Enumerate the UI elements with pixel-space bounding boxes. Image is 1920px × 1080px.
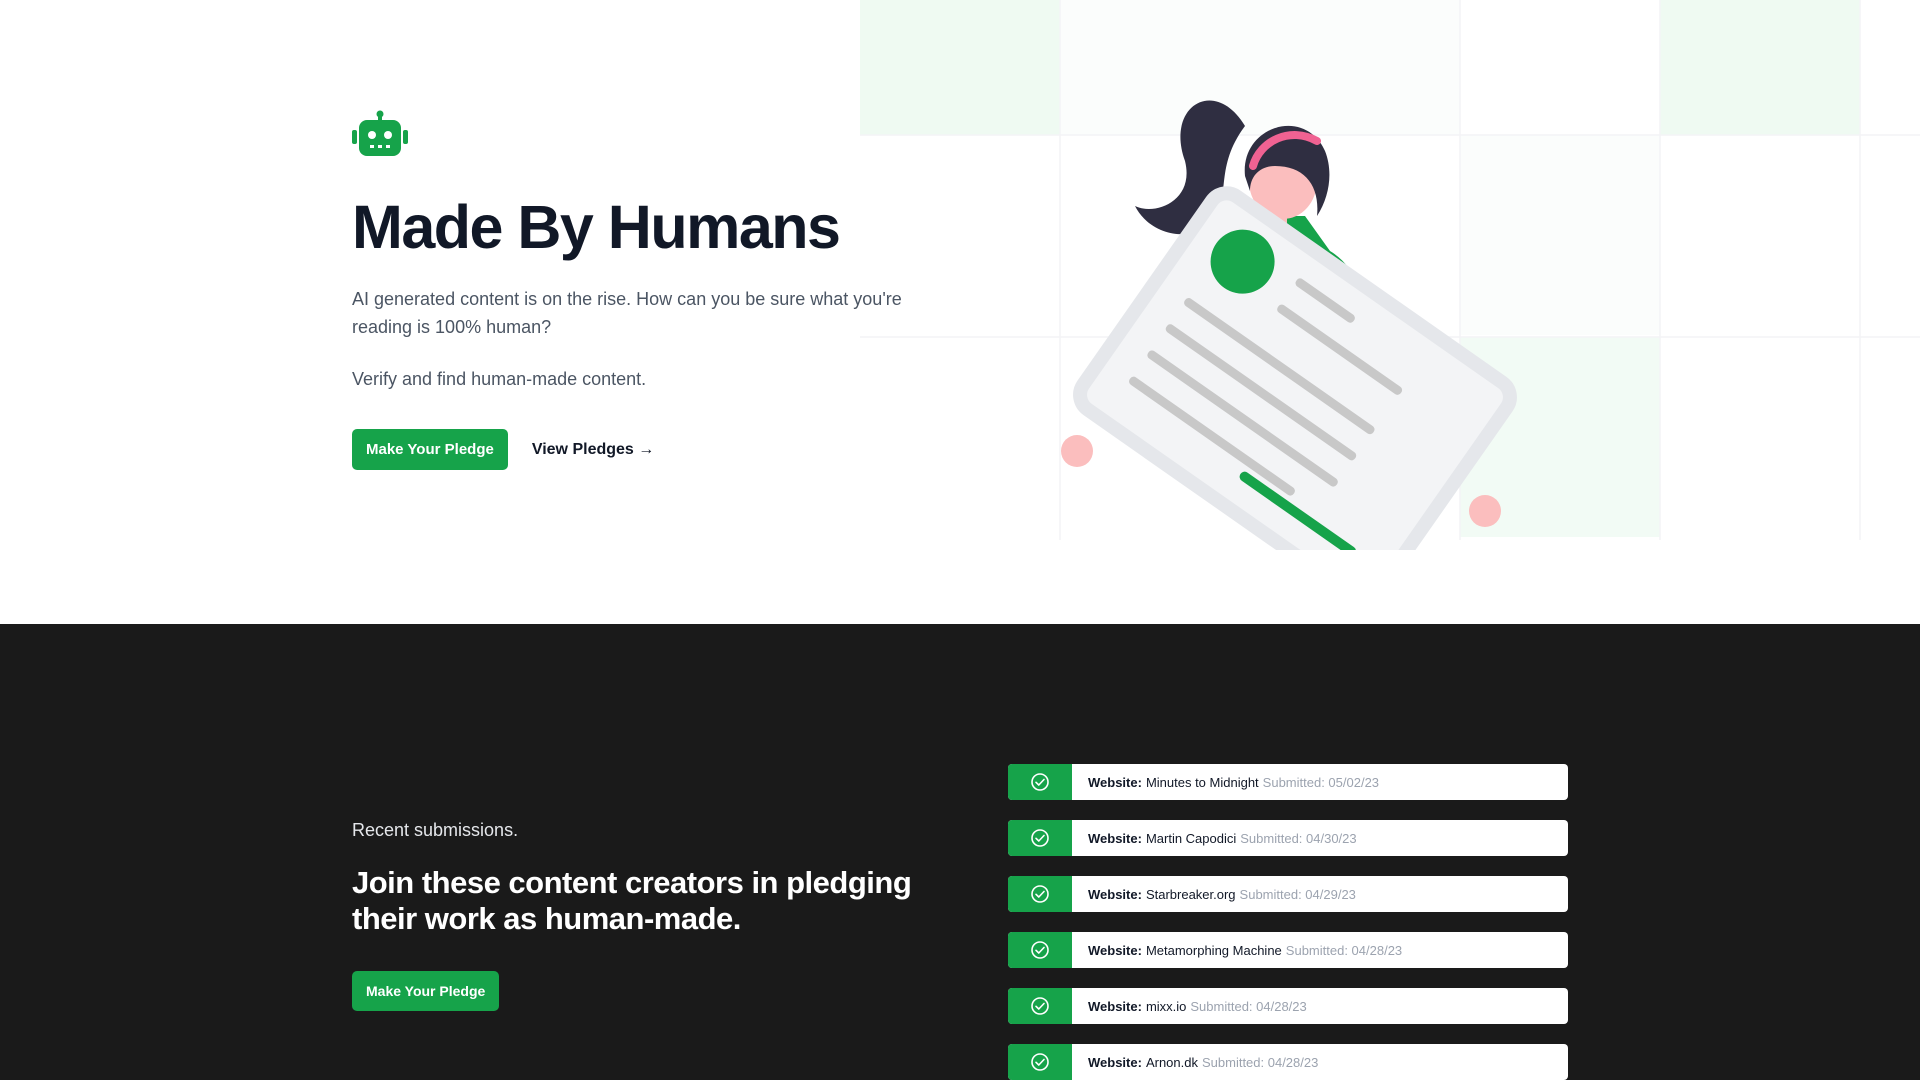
website-label: Website: xyxy=(1088,774,1142,790)
submitted-date: Submitted: 05/02/23 xyxy=(1262,774,1380,790)
hero-section: Made By Humans AI generated content is o… xyxy=(0,0,1920,624)
check-circle-icon xyxy=(1008,820,1072,856)
website-name: Arnon.dk xyxy=(1145,1054,1198,1070)
list-item[interactable]: Website: Metamorphing Machine Submitted:… xyxy=(1008,932,1568,968)
submission-text: Website: Arnon.dk Submitted: 04/28/23 xyxy=(1072,1044,1568,1080)
website-label: Website: xyxy=(1088,830,1142,846)
list-item[interactable]: Website: Martin Capodici Submitted: 04/3… xyxy=(1008,820,1568,856)
submission-text: Website: Martin Capodici Submitted: 04/3… xyxy=(1072,820,1568,856)
submission-text: Website: Metamorphing Machine Submitted:… xyxy=(1072,932,1568,968)
hero-subtext: Verify and find human-made content. xyxy=(352,369,647,390)
check-circle-icon xyxy=(1008,932,1072,968)
submission-text: Website: Starbreaker.org Submitted: 04/2… xyxy=(1072,876,1568,912)
make-pledge-button-secondary[interactable]: Make Your Pledge xyxy=(352,971,500,1011)
submitted-date: Submitted: 04/28/23 xyxy=(1201,1054,1319,1070)
check-circle-icon xyxy=(1008,1044,1072,1080)
list-item[interactable]: Website: Arnon.dk Submitted: 04/28/23 xyxy=(1008,1044,1568,1080)
check-circle-icon xyxy=(1008,876,1072,912)
submitted-date: Submitted: 04/28/23 xyxy=(1190,998,1307,1014)
submitted-date: Submitted: 04/29/23 xyxy=(1239,886,1356,902)
website-label: Website: xyxy=(1088,998,1142,1014)
check-circle-icon xyxy=(1008,988,1072,1024)
submission-text: Website: Minutes to Midnight Submitted: … xyxy=(1072,764,1568,800)
website-name: Martin Capodici xyxy=(1145,830,1237,846)
hero-content: Made By Humans AI generated content is o… xyxy=(352,110,912,471)
robot-icon xyxy=(352,110,408,156)
website-name: mixx.io xyxy=(1145,998,1187,1014)
list-item[interactable]: Website: Minutes to Midnight Submitted: … xyxy=(1008,764,1568,800)
check-circle-icon xyxy=(1008,764,1072,800)
page-title: Made By Humans xyxy=(352,193,841,261)
hero-description: AI generated content is on the rise. How… xyxy=(352,289,902,338)
website-name: Starbreaker.org xyxy=(1145,886,1236,902)
website-label: Website: xyxy=(1088,886,1142,902)
recent-intro: Recent submissions. Join these content c… xyxy=(352,820,942,1011)
section-title: Join these content creators in pledging … xyxy=(352,865,912,936)
woman-holding-document-illustration xyxy=(1055,100,1535,552)
submitted-date: Submitted: 04/30/23 xyxy=(1240,830,1357,846)
website-label: Website: xyxy=(1088,1054,1142,1070)
website-name: Metamorphing Machine xyxy=(1145,942,1282,958)
website-name: Minutes to Midnight xyxy=(1145,774,1259,790)
submitted-date: Submitted: 04/28/23 xyxy=(1285,942,1403,958)
submission-text: Website: mixx.io Submitted: 04/28/23 xyxy=(1072,988,1568,1024)
list-item[interactable]: Website: mixx.io Submitted: 04/28/23 xyxy=(1008,988,1568,1024)
make-pledge-button[interactable]: Make Your Pledge xyxy=(352,429,508,471)
submissions-list: Website: Minutes to Midnight Submitted: … xyxy=(1008,764,1568,1080)
list-item[interactable]: Website: Starbreaker.org Submitted: 04/2… xyxy=(1008,876,1568,912)
website-label: Website: xyxy=(1088,942,1142,958)
view-pledges-link[interactable]: View Pledges → xyxy=(532,441,654,459)
hero-actions: Make Your Pledge View Pledges → xyxy=(352,429,912,471)
section-eyebrow: Recent submissions. xyxy=(352,820,519,840)
recent-submissions-section: Recent submissions. Join these content c… xyxy=(0,624,1920,1080)
